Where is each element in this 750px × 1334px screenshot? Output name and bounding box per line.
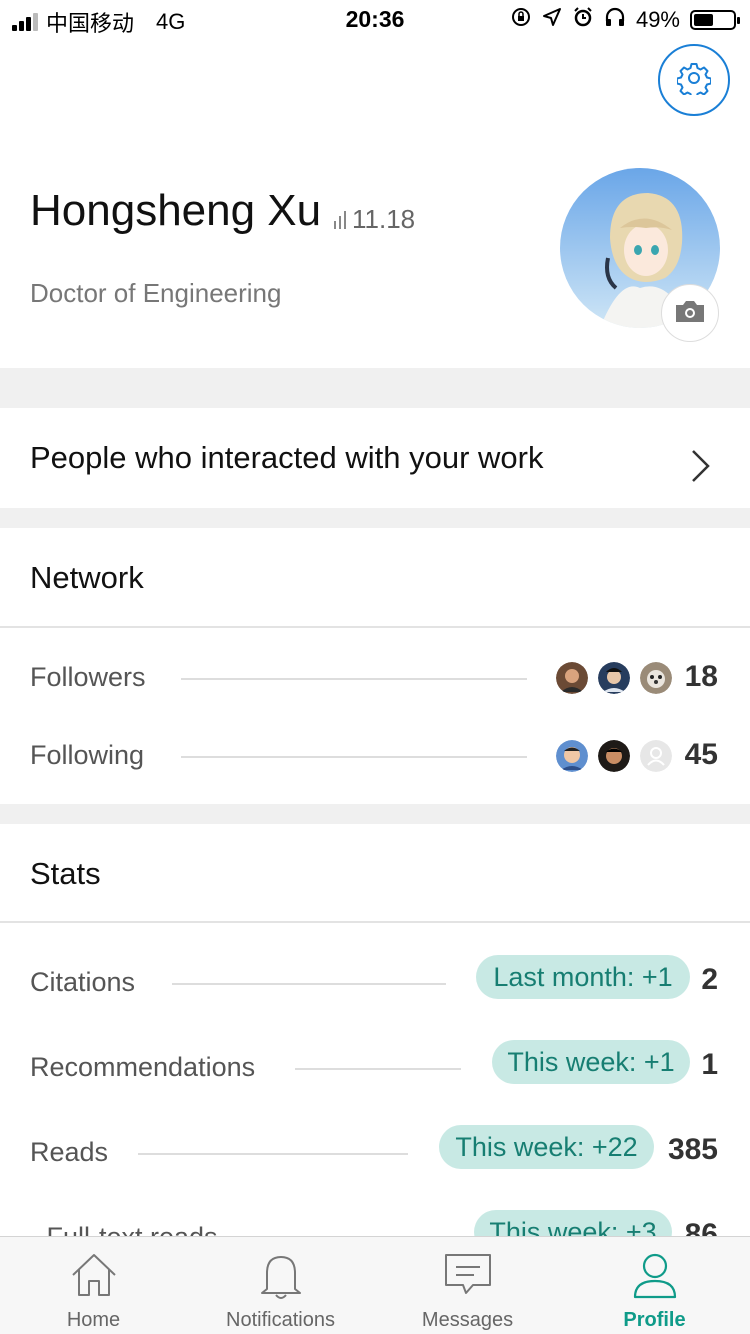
chevron-right-icon: [690, 448, 712, 489]
row-line: [138, 1153, 408, 1155]
battery-percent: 49%: [635, 7, 680, 32]
tab-label: Messages: [421, 1309, 514, 1331]
interactions-label: People who interacted with your work: [30, 440, 544, 475]
stats-title: Stats: [30, 856, 101, 891]
tab-label: Home: [66, 1309, 121, 1331]
stat-value: 2: [701, 963, 718, 996]
stat-row-recommendations[interactable]: Recommendations This week: +1 1: [0, 1040, 750, 1100]
stat-change-badge: This week: +22: [439, 1125, 654, 1169]
tab-label: Notifications: [226, 1309, 335, 1331]
default-avatar-icon: [640, 740, 672, 772]
following-label: Following: [30, 740, 145, 770]
tab-bar: Home Notifications Messages Profile: [0, 1236, 750, 1334]
tab-home[interactable]: Home: [0, 1237, 187, 1334]
stat-label: Reads: [30, 1137, 109, 1167]
row-line: [172, 983, 446, 985]
profile-screen: 中国移动 4G 20:36 49% Hongsheng Xu 11.18 Doc…: [0, 0, 750, 1334]
stat-value: 1: [701, 1048, 718, 1081]
tab-label: Profile: [623, 1309, 686, 1331]
stat-change-badge: This week: +1: [492, 1040, 690, 1084]
stat-row-citations[interactable]: Citations Last month: +1 2: [0, 955, 750, 1015]
tab-messages[interactable]: Messages: [374, 1237, 561, 1334]
divider: [0, 626, 750, 628]
follower-avatars: [556, 662, 672, 694]
home-icon: [69, 1251, 119, 1304]
stat-label: Citations: [30, 967, 136, 997]
bell-icon: [258, 1251, 304, 1306]
avatar: [598, 740, 630, 772]
followers-count: 18: [684, 660, 718, 693]
following-row[interactable]: Following 45: [0, 726, 750, 786]
camera-icon: [674, 298, 706, 329]
tab-profile[interactable]: Profile: [561, 1237, 748, 1334]
section-gap: [0, 804, 750, 824]
headphones-icon: [604, 6, 626, 34]
alarm-icon: [572, 6, 594, 34]
profile-icon: [631, 1251, 679, 1306]
interactions-row[interactable]: People who interacted with your work: [0, 408, 750, 508]
following-avatars: [556, 740, 672, 772]
avatar: [556, 740, 588, 772]
row-line: [181, 756, 527, 758]
section-gap: [0, 508, 750, 528]
avatar: [640, 662, 672, 694]
avatar: [598, 662, 630, 694]
change-photo-button[interactable]: [661, 284, 719, 342]
profile-degree: Doctor of Engineering: [30, 278, 282, 308]
stat-row-reads[interactable]: Reads This week: +22 385: [0, 1125, 750, 1185]
status-right: 49%: [510, 6, 740, 34]
rg-score: 11.18: [334, 204, 415, 235]
stat-label: Recommendations: [30, 1052, 256, 1082]
row-line: [295, 1068, 461, 1070]
section-gap: [0, 368, 750, 408]
network-title: Network: [30, 560, 144, 595]
followers-row[interactable]: Followers 18: [0, 648, 750, 708]
score-bars-icon: [334, 210, 346, 229]
divider: [0, 921, 750, 923]
rg-score-value: 11.18: [352, 204, 416, 234]
avatar: [556, 662, 588, 694]
row-line: [181, 678, 527, 680]
location-icon: [542, 7, 562, 33]
gear-icon: [676, 61, 712, 100]
tab-notifications[interactable]: Notifications: [187, 1237, 374, 1334]
followers-label: Followers: [30, 662, 146, 692]
stat-value: 385: [667, 1133, 718, 1166]
stat-change-badge: Last month: +1: [476, 955, 690, 999]
following-count: 45: [684, 738, 718, 771]
orientation-lock-icon: [510, 6, 532, 34]
profile-name: Hongsheng Xu: [30, 186, 322, 235]
battery-icon: [690, 10, 740, 30]
status-bar: 中国移动 4G 20:36 49%: [0, 0, 750, 40]
message-icon: [443, 1251, 493, 1304]
settings-button[interactable]: [658, 44, 730, 116]
